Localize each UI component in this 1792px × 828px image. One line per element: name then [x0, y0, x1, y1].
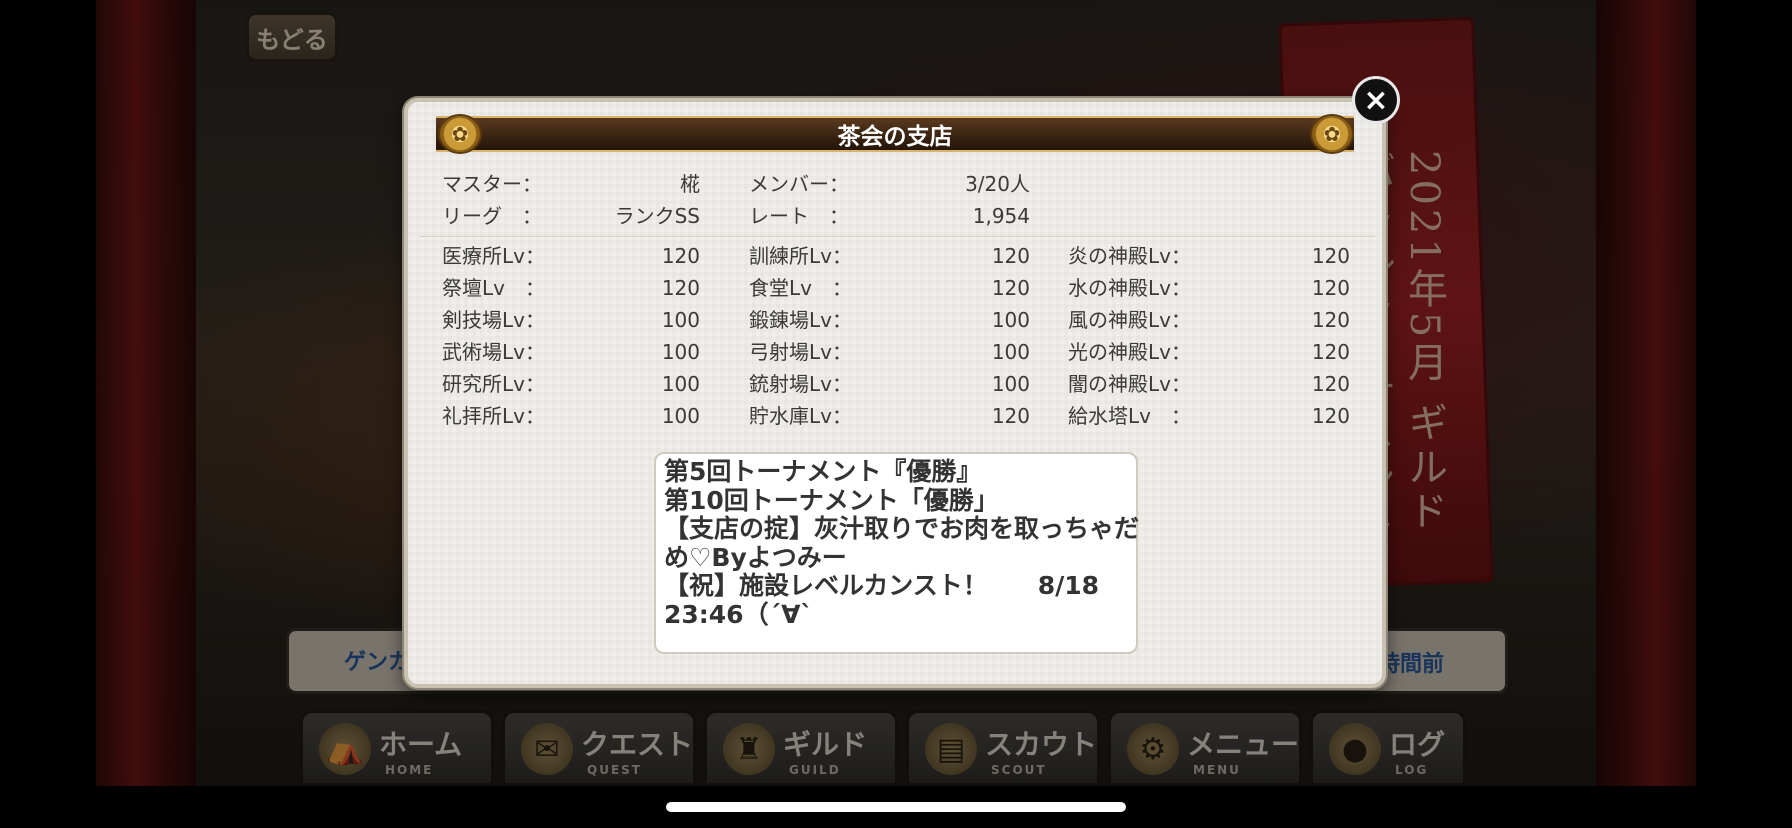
- facility-label: 給水塔Lv ：: [1068, 404, 1191, 428]
- facility-label: 訓練所Lv：: [749, 244, 852, 268]
- divider: [420, 236, 1375, 237]
- message-line: め♡Byよつみー: [664, 542, 847, 572]
- facility-label: 水の神殿Lv：: [1068, 276, 1191, 300]
- facility-label: 研究所Lv：: [442, 372, 545, 396]
- member-value: 3/20人: [965, 172, 1030, 196]
- message-line: 【支店の掟】灰汁取りでお肉を取っちゃだ: [664, 514, 1140, 543]
- message-line: 第10回トーナメント「優勝」: [664, 485, 999, 515]
- facility-value: 100: [991, 340, 1030, 364]
- facility-value: 100: [991, 372, 1030, 396]
- facility-label: 風の神殿Lv：: [1068, 308, 1191, 332]
- facility-label: 武術場Lv：: [442, 340, 545, 364]
- facility-value: 120: [1311, 276, 1350, 300]
- rate-label: レート ：: [749, 204, 849, 228]
- facility-label: 食堂Lv ：: [749, 276, 852, 300]
- facility-label: 祭壇Lv ：: [442, 276, 545, 300]
- facility-label: 貯水庫Lv：: [749, 404, 852, 428]
- home-indicator[interactable]: [666, 802, 1126, 812]
- master-value: 椛: [680, 172, 700, 196]
- facility-value: 120: [1311, 404, 1350, 428]
- facility-value: 120: [1311, 372, 1350, 396]
- member-label: メンバー：: [749, 172, 849, 196]
- modal-title: 茶会の支店: [436, 116, 1354, 152]
- facility-value: 120: [1311, 244, 1350, 268]
- facility-label: 闇の神殿Lv：: [1068, 372, 1191, 396]
- facility-label: 光の神殿Lv：: [1068, 340, 1191, 364]
- league-value: ランクSS: [614, 204, 700, 228]
- message-line: 第5回トーナメント『優勝』: [664, 457, 982, 486]
- facility-value: 100: [661, 372, 700, 396]
- master-label: マスター：: [442, 172, 542, 196]
- facility-value: 120: [661, 276, 700, 300]
- message-line: 23:46（´∀`: [664, 599, 813, 629]
- facility-label: 礼拝所Lv：: [442, 404, 545, 428]
- rate-value: 1,954: [972, 204, 1030, 228]
- facility-label: 銃射場Lv：: [749, 372, 852, 396]
- ornament-left-icon: ✿: [440, 116, 480, 152]
- facility-value: 100: [661, 308, 700, 332]
- facility-label: 鍛錬場Lv：: [749, 308, 852, 332]
- facility-value: 100: [991, 308, 1030, 332]
- close-icon: ×: [1363, 82, 1389, 118]
- message-line: 【祝】施設レベルカンスト！ 8/18: [664, 571, 1100, 600]
- guild-message-box: 第5回トーナメント『優勝』 第10回トーナメント「優勝」 【支店の掟】灰汁取りで…: [654, 452, 1140, 654]
- ornament-right-icon: ✿: [1312, 116, 1352, 152]
- facility-value: 120: [991, 404, 1030, 428]
- facility-value: 120: [661, 244, 700, 268]
- facility-value: 120: [1311, 308, 1350, 332]
- facility-label: 弓射場Lv：: [749, 340, 852, 364]
- facility-value: 120: [991, 244, 1030, 268]
- league-label: リーグ ：: [442, 204, 542, 228]
- facility-value: 120: [991, 276, 1030, 300]
- close-button[interactable]: ×: [1352, 76, 1400, 124]
- facility-label: 剣技場Lv：: [442, 308, 545, 332]
- facility-value: 120: [1311, 340, 1350, 364]
- facility-label: 医療所Lv：: [442, 244, 545, 268]
- facility-value: 100: [661, 404, 700, 428]
- facility-label: 炎の神殿Lv：: [1068, 244, 1191, 268]
- facility-value: 100: [661, 340, 700, 364]
